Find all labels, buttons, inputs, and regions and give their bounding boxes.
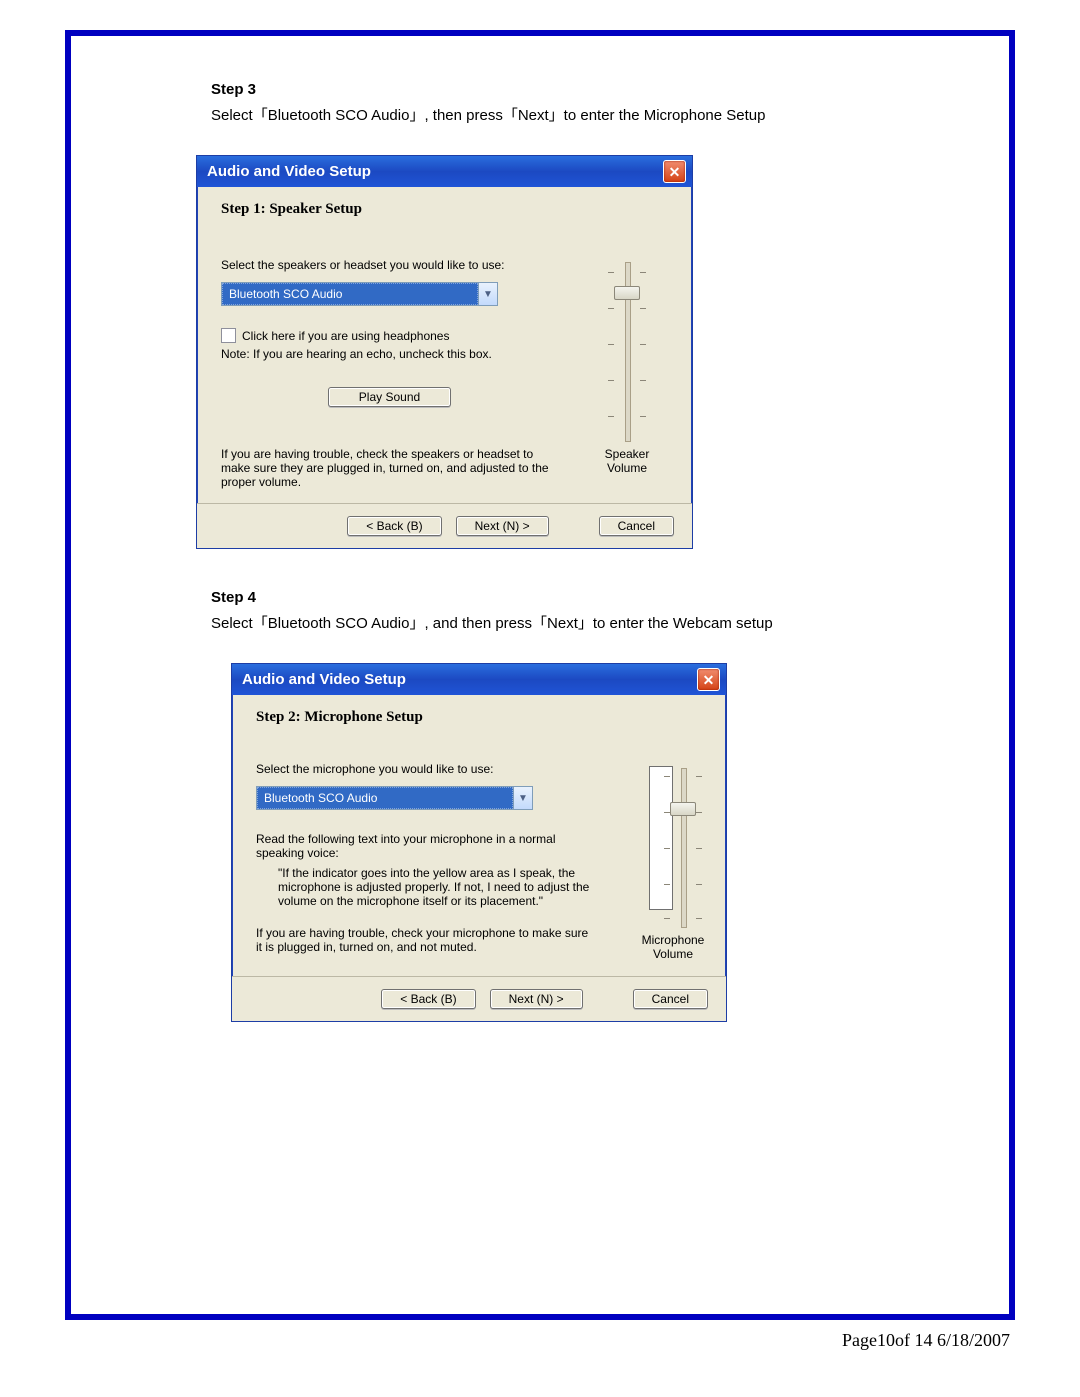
page-footer: Page10of 14 6/18/2007 (0, 1330, 1010, 1351)
microphone-select[interactable]: Bluetooth SCO Audio ▼ (256, 786, 533, 810)
dialog2-body: Step 2: Microphone Setup Select the micr… (232, 695, 726, 976)
dialog1-title: Audio and Video Setup (207, 163, 371, 180)
headphones-checkbox-label: Click here if you are using headphones (242, 329, 449, 343)
mic-volume-slider[interactable] (660, 768, 706, 928)
dialog1-step-title: Step 1: Speaker Setup (221, 201, 672, 218)
dialog1-left-column: Select the speakers or headset you would… (221, 258, 558, 489)
mic-read-block: Read the following text into your microp… (256, 832, 592, 908)
dialog2-titlebar[interactable]: Audio and Video Setup ✕ (232, 664, 726, 695)
headphones-checkbox-row[interactable]: Click here if you are using headphones (221, 328, 558, 343)
step3-block: Step 3 Select「Bluetooth SCO Audio」, then… (211, 81, 969, 125)
document-page: Step 3 Select「Bluetooth SCO Audio」, then… (65, 30, 1015, 1320)
speaker-select-value: Bluetooth SCO Audio (222, 283, 478, 305)
echo-note: Note: If you are hearing an echo, unchec… (221, 347, 558, 361)
slider-track-icon (681, 768, 687, 928)
mic-trouble-text: If you are having trouble, check your mi… (256, 926, 592, 954)
dialog1-body: Step 1: Speaker Setup Select the speaker… (197, 187, 692, 503)
step3-caption: Select「Bluetooth SCO Audio」, then press「… (211, 104, 969, 125)
speaker-select[interactable]: Bluetooth SCO Audio ▼ (221, 282, 498, 306)
step4-heading: Step 4 (211, 589, 969, 606)
dialog1-titlebar[interactable]: Audio and Video Setup ✕ (197, 156, 692, 187)
dialog2-title: Audio and Video Setup (242, 671, 406, 688)
checkbox-icon[interactable] (221, 328, 236, 343)
speaker-volume-label: Speaker Volume (605, 448, 650, 476)
close-icon[interactable]: ✕ (697, 668, 720, 691)
step4-caption: Select「Bluetooth SCO Audio」, and then pr… (211, 612, 969, 633)
cancel-button[interactable]: Cancel (633, 989, 708, 1009)
dialog2-left-column: Select the microphone you would like to … (256, 762, 592, 962)
dialog1-footer: < Back (B) Next (N) > Cancel (197, 503, 692, 548)
mic-volume-label: Microphone Volume (642, 934, 705, 962)
step4-block: Step 4 Select「Bluetooth SCO Audio」, and … (211, 589, 969, 633)
dialog2-step-title: Step 2: Microphone Setup (256, 709, 706, 726)
next-button[interactable]: Next (N) > (490, 989, 583, 1009)
mic-prompt: Select the microphone you would like to … (256, 762, 592, 776)
speaker-setup-dialog: Audio and Video Setup ✕ Step 1: Speaker … (196, 155, 693, 549)
mic-read-intro: Read the following text into your microp… (256, 832, 592, 860)
microphone-select-value: Bluetooth SCO Audio (257, 787, 513, 809)
step3-heading: Step 3 (211, 81, 969, 98)
mic-read-quote: "If the indicator goes into the yellow a… (256, 866, 592, 908)
speaker-prompt: Select the speakers or headset you would… (221, 258, 558, 272)
chevron-down-icon[interactable]: ▼ (478, 283, 497, 305)
dialog1-right-column: Speaker Volume (582, 258, 672, 489)
cancel-button[interactable]: Cancel (599, 516, 674, 536)
microphone-setup-dialog: Audio and Video Setup ✕ Step 2: Micropho… (231, 663, 727, 1022)
back-button[interactable]: < Back (B) (381, 989, 475, 1009)
dialog2-footer: < Back (B) Next (N) > Cancel (232, 976, 726, 1021)
dialog2-right-column: Microphone Volume (616, 762, 706, 962)
next-button[interactable]: Next (N) > (456, 516, 549, 536)
chevron-down-icon[interactable]: ▼ (513, 787, 532, 809)
play-sound-button[interactable]: Play Sound (328, 387, 451, 407)
back-button[interactable]: < Back (B) (347, 516, 441, 536)
close-icon[interactable]: ✕ (663, 160, 686, 183)
speaker-trouble-text: If you are having trouble, check the spe… (221, 447, 558, 489)
slider-thumb-icon[interactable] (614, 286, 640, 300)
speaker-volume-slider[interactable] (604, 262, 650, 442)
slider-thumb-icon[interactable] (670, 802, 696, 816)
